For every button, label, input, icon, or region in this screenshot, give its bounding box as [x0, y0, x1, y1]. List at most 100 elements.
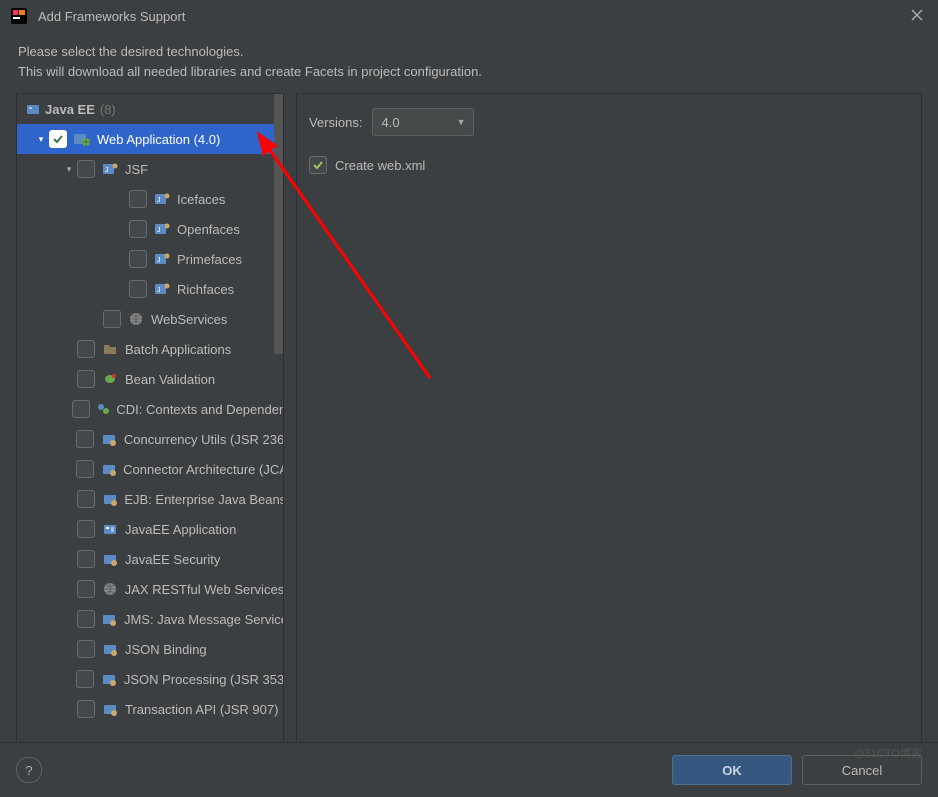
tree-item-checkbox[interactable] — [77, 520, 95, 538]
tree-item[interactable]: JSON Binding — [17, 634, 283, 664]
help-button[interactable]: ? — [16, 757, 42, 783]
tree-item-checkbox[interactable] — [77, 340, 95, 358]
tree-scrollbar[interactable] — [274, 94, 283, 354]
module-icon — [100, 431, 117, 447]
globe-icon — [127, 311, 145, 327]
tree-header-java-ee[interactable]: Java EE (8) — [17, 94, 283, 124]
tree-item-checkbox[interactable] — [77, 580, 95, 598]
tree-item-checkbox[interactable] — [77, 550, 95, 568]
tree-item-checkbox[interactable] — [129, 190, 147, 208]
module-icon — [101, 551, 119, 567]
jsf-icon: J — [101, 161, 119, 177]
tree-item-label: JAX RESTful Web Services — [125, 582, 283, 597]
description-line2: This will download all needed libraries … — [18, 62, 920, 82]
tree-item[interactable]: J Icefaces — [17, 184, 283, 214]
bean-icon — [101, 371, 119, 387]
create-web-xml-checkbox[interactable] — [309, 156, 327, 174]
tree-item-label: Batch Applications — [125, 342, 231, 357]
tree-item[interactable]: JavaEE Application — [17, 514, 283, 544]
module-icon — [101, 491, 119, 507]
tree-item[interactable]: Concurrency Utils (JSR 236) — [17, 424, 283, 454]
tree-item-checkbox[interactable] — [129, 220, 147, 238]
tree-item-checkbox[interactable] — [77, 640, 95, 658]
close-icon[interactable] — [910, 6, 924, 27]
svg-text:J: J — [157, 227, 161, 234]
tree-item[interactable]: Transaction API (JSR 907) — [17, 694, 283, 724]
tree-item[interactable]: J Richfaces — [17, 274, 283, 304]
version-value: 4.0 — [381, 115, 399, 130]
tree-item-checkbox[interactable] — [77, 610, 95, 628]
tree-item-checkbox[interactable] — [76, 670, 94, 688]
svg-text:J: J — [157, 257, 161, 264]
frameworks-tree[interactable]: Java EE (8) ▾Web Application (4.0)▾JJSFJ… — [17, 94, 283, 742]
description-line1: Please select the desired technologies. — [18, 42, 920, 62]
dialog-title: Add Frameworks Support — [38, 9, 185, 24]
tree-item[interactable]: ▾JJSF — [17, 154, 283, 184]
module-icon — [101, 611, 118, 627]
tree-item[interactable]: ▾ Web Application (4.0) — [17, 124, 283, 154]
tree-item-checkbox[interactable] — [129, 250, 147, 268]
globe-icon — [101, 581, 119, 597]
tree-item-checkbox[interactable] — [76, 460, 94, 478]
jsf-icon: J — [153, 281, 171, 297]
tree-header-label: Java EE — [45, 102, 95, 117]
tree-header-count: (8) — [100, 102, 116, 117]
tree-item-label: JSON Processing (JSR 353) — [124, 672, 283, 687]
cdi-icon — [96, 401, 110, 417]
tree-item[interactable]: Bean Validation — [17, 364, 283, 394]
tree-item[interactable]: WebServices — [17, 304, 283, 334]
tree-item[interactable]: JPrimefaces — [17, 244, 283, 274]
expander-icon[interactable]: ▾ — [33, 134, 49, 145]
expander-icon[interactable]: ▾ — [61, 164, 77, 175]
version-dropdown[interactable]: 4.0 ▼ — [372, 108, 474, 136]
tree-item-checkbox[interactable] — [77, 700, 95, 718]
tree-item[interactable]: Batch Applications — [17, 334, 283, 364]
tree-item-label: JavaEE Security — [125, 552, 220, 567]
frameworks-tree-panel: Java EE (8) ▾Web Application (4.0)▾JJSFJ… — [16, 93, 284, 743]
module-icon — [100, 671, 117, 687]
svg-text:J: J — [157, 287, 161, 294]
title-bar: Add Frameworks Support — [0, 0, 938, 32]
tree-item[interactable]: CDI: Contexts and Dependency Injection — [17, 394, 283, 424]
tree-item-label: Web Application (4.0) — [97, 132, 220, 147]
tree-item[interactable]: JAX RESTful Web Services — [17, 574, 283, 604]
module-icon — [100, 461, 117, 477]
tree-item-checkbox[interactable] — [76, 430, 94, 448]
create-web-xml-label: Create web.xml — [335, 158, 425, 173]
tree-item-checkbox[interactable] — [49, 130, 67, 148]
tree-item-checkbox[interactable] — [77, 160, 95, 178]
module-icon — [101, 701, 119, 717]
tree-item-label: EJB: Enterprise Java Beans — [124, 492, 283, 507]
tree-item-label: CDI: Contexts and Dependency Injection — [116, 402, 283, 417]
tree-item-checkbox[interactable] — [77, 490, 95, 508]
tree-item[interactable]: JSON Processing (JSR 353) — [17, 664, 283, 694]
tree-item[interactable]: Connector Architecture (JCA) — [17, 454, 283, 484]
tree-item-label: Connector Architecture (JCA) — [123, 462, 283, 477]
framework-details-panel: Versions: 4.0 ▼ Create web.xml — [296, 93, 922, 743]
tree-item[interactable]: EJB: Enterprise Java Beans — [17, 484, 283, 514]
tree-item-checkbox[interactable] — [72, 400, 90, 418]
tree-item-label: JSON Binding — [125, 642, 207, 657]
tree-item-checkbox[interactable] — [103, 310, 121, 328]
tree-item-label: JavaEE Application — [125, 522, 236, 537]
chevron-down-icon: ▼ — [457, 117, 466, 127]
tree-item[interactable]: JOpenfaces — [17, 214, 283, 244]
module-icon — [101, 641, 119, 657]
jsf-icon: J — [153, 221, 171, 237]
tree-item-label: Concurrency Utils (JSR 236) — [124, 432, 283, 447]
globe-module-icon — [73, 131, 91, 147]
tree-item[interactable]: JMS: Java Message Service — [17, 604, 283, 634]
tree-item-label: Icefaces — [177, 192, 225, 207]
module-icon — [25, 102, 41, 116]
tree-item-label: Richfaces — [177, 282, 234, 297]
jsf-icon: J — [153, 251, 171, 267]
dialog-description: Please select the desired technologies. … — [0, 32, 938, 93]
tree-item-checkbox[interactable] — [129, 280, 147, 298]
tree-item[interactable]: JavaEE Security — [17, 544, 283, 574]
tree-item-label: Transaction API (JSR 907) — [125, 702, 278, 717]
module-app-icon — [101, 521, 119, 537]
ok-button[interactable]: OK — [672, 755, 792, 785]
svg-text:J: J — [157, 197, 161, 204]
create-web-xml-row[interactable]: Create web.xml — [309, 156, 909, 174]
tree-item-checkbox[interactable] — [77, 370, 95, 388]
